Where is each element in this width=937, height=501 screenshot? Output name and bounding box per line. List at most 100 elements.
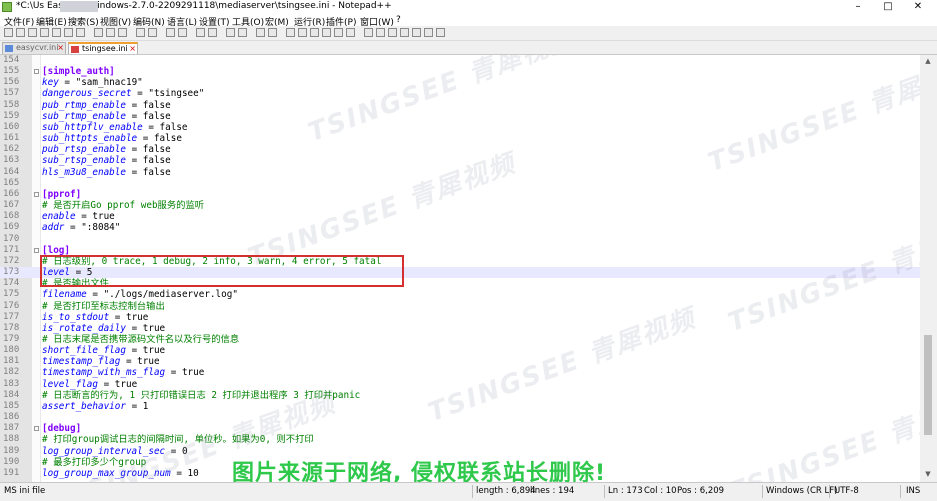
minimize-button[interactable]: – <box>843 0 873 14</box>
code-line[interactable]: 187 [debug] <box>0 423 920 434</box>
equals-sign: = <box>86 289 104 301</box>
line-content: enable = true <box>42 211 115 222</box>
undo-icon[interactable] <box>136 28 145 37</box>
line-content: level_flag = true <box>42 379 137 390</box>
toolbar <box>0 26 937 41</box>
run-macro-multiple-icon[interactable] <box>400 28 409 37</box>
play-macro-icon[interactable] <box>388 28 397 37</box>
config-value: false <box>142 155 171 167</box>
scroll-down-icon[interactable]: ▼ <box>924 470 932 478</box>
find-icon[interactable] <box>166 28 175 37</box>
line-content: key = "sam_hnac19" <box>42 77 143 88</box>
code-line[interactable]: 169 addr = ":8084" <box>0 222 920 233</box>
config-key: is_rotate_daily <box>42 322 126 334</box>
status-encoding[interactable]: UTF-8 <box>834 486 859 496</box>
folder-workspace-icon[interactable] <box>334 28 343 37</box>
equals-sign: = <box>58 77 76 89</box>
zoom-out-icon[interactable] <box>208 28 217 37</box>
open-file-icon[interactable] <box>16 28 25 37</box>
tab-close-icon[interactable]: × <box>129 44 136 54</box>
code-line[interactable]: 170 <box>0 234 920 245</box>
stop-macro-icon[interactable] <box>376 28 385 37</box>
close-button[interactable]: ✕ <box>903 0 933 14</box>
status-insert-mode[interactable]: INS <box>906 486 920 496</box>
line-number: 155 <box>3 66 20 77</box>
fold-toggle-icon[interactable] <box>34 191 39 197</box>
file-modified-icon <box>71 46 79 53</box>
line-number: 172 <box>3 255 20 266</box>
menu-help[interactable]: ? <box>396 15 401 25</box>
line-content: # 日志末尾是否携带源码文件名以及行号的信息 <box>42 334 239 345</box>
config-key: sub_rtsp_enable <box>42 155 126 167</box>
indent-guide-icon[interactable] <box>286 28 295 37</box>
code-line[interactable]: 168 enable = true <box>0 211 920 222</box>
equals-sign: = <box>125 155 143 167</box>
equals-sign: = <box>125 144 143 156</box>
config-key: dangerous_secret <box>42 88 132 100</box>
redo-icon[interactable] <box>148 28 157 37</box>
highlight-annotation-box <box>40 255 404 287</box>
code-line[interactable]: 182 timestamp_with_ms_flag = true <box>0 367 920 378</box>
udl-icon[interactable] <box>298 28 307 37</box>
line-number: 170 <box>3 233 20 244</box>
close-file-icon[interactable] <box>52 28 61 37</box>
copy-icon[interactable] <box>106 28 115 37</box>
line-number: 162 <box>3 144 20 155</box>
spellcheck-icon[interactable] <box>424 28 433 37</box>
code-line[interactable]: 188 # 打印group调试日志的间隔时间, 单位秒。如果为0, 则不打印 <box>0 434 920 445</box>
save-all-icon[interactable] <box>40 28 49 37</box>
tab-label: tsingsee.ini <box>82 44 128 53</box>
file-saved-icon <box>5 45 13 52</box>
all-chars-icon[interactable] <box>268 28 277 37</box>
code-line[interactable]: 179 # 日志末尾是否携带源码文件名以及行号的信息 <box>0 334 920 345</box>
line-number: 171 <box>3 244 20 255</box>
close-all-icon[interactable] <box>64 28 73 37</box>
monitor-icon[interactable] <box>346 28 355 37</box>
tab-close-icon[interactable]: × <box>57 43 64 53</box>
code-line[interactable]: 180 short_file_flag = true <box>0 345 920 356</box>
code-line[interactable]: 181 timestamp_flag = true <box>0 356 920 367</box>
editor-area[interactable]: 154 155 [simple_auth] 156 key = "sam_hnac19"… <box>0 55 937 482</box>
fold-toggle-icon[interactable] <box>34 247 39 253</box>
sync-h-icon[interactable] <box>238 28 247 37</box>
tab-easycvr-ini[interactable]: easycvr.ini × <box>2 42 66 54</box>
line-number: 189 <box>3 445 20 456</box>
line-number: 166 <box>3 188 20 199</box>
line-number: 183 <box>3 378 20 389</box>
save-macro-icon[interactable] <box>412 28 421 37</box>
print-icon[interactable] <box>76 28 85 37</box>
maximize-button[interactable]: □ <box>873 0 903 14</box>
function-list-icon[interactable] <box>322 28 331 37</box>
zoom-in-icon[interactable] <box>196 28 205 37</box>
line-number: 154 <box>3 55 20 65</box>
fold-toggle-icon[interactable] <box>34 69 39 75</box>
config-value: 1 <box>142 400 149 412</box>
status-bar: MS ini file length : 6,894 lines : 194 L… <box>0 482 937 501</box>
section-header: [debug] <box>42 423 82 435</box>
scroll-up-icon[interactable]: ▲ <box>924 57 932 65</box>
line-content: # 是否打印至标志控制台输出 <box>42 301 165 312</box>
word-wrap-icon[interactable] <box>256 28 265 37</box>
config-key: timestamp_flag <box>42 356 121 368</box>
scrollbar-thumb[interactable] <box>924 335 932 435</box>
doc-map-icon[interactable] <box>310 28 319 37</box>
code-line[interactable]: 178 is_rotate_daily = true <box>0 323 920 334</box>
equals-sign: = <box>165 367 182 379</box>
record-macro-icon[interactable] <box>364 28 373 37</box>
fold-toggle-icon[interactable] <box>34 426 39 432</box>
replace-icon[interactable] <box>178 28 187 37</box>
settings-icon[interactable] <box>436 28 445 37</box>
save-icon[interactable] <box>28 28 37 37</box>
status-eol[interactable]: Windows (CR LF) <box>766 486 837 496</box>
paste-icon[interactable] <box>118 28 127 37</box>
code-line[interactable]: 167 # 是否开启Go pprof web服务的监听 <box>0 200 920 211</box>
code-line[interactable]: 158 pub_rtmp_enable = false <box>0 100 920 111</box>
new-file-icon[interactable] <box>4 28 13 37</box>
cut-icon[interactable] <box>94 28 103 37</box>
sync-v-icon[interactable] <box>226 28 235 37</box>
tab-tsingsee-ini[interactable]: tsingsee.ini × <box>68 42 138 54</box>
config-key: filename <box>42 289 87 301</box>
vertical-scrollbar[interactable]: ▲ ▼ <box>920 55 937 482</box>
line-number: 167 <box>3 200 20 211</box>
line-number: 165 <box>3 177 20 188</box>
